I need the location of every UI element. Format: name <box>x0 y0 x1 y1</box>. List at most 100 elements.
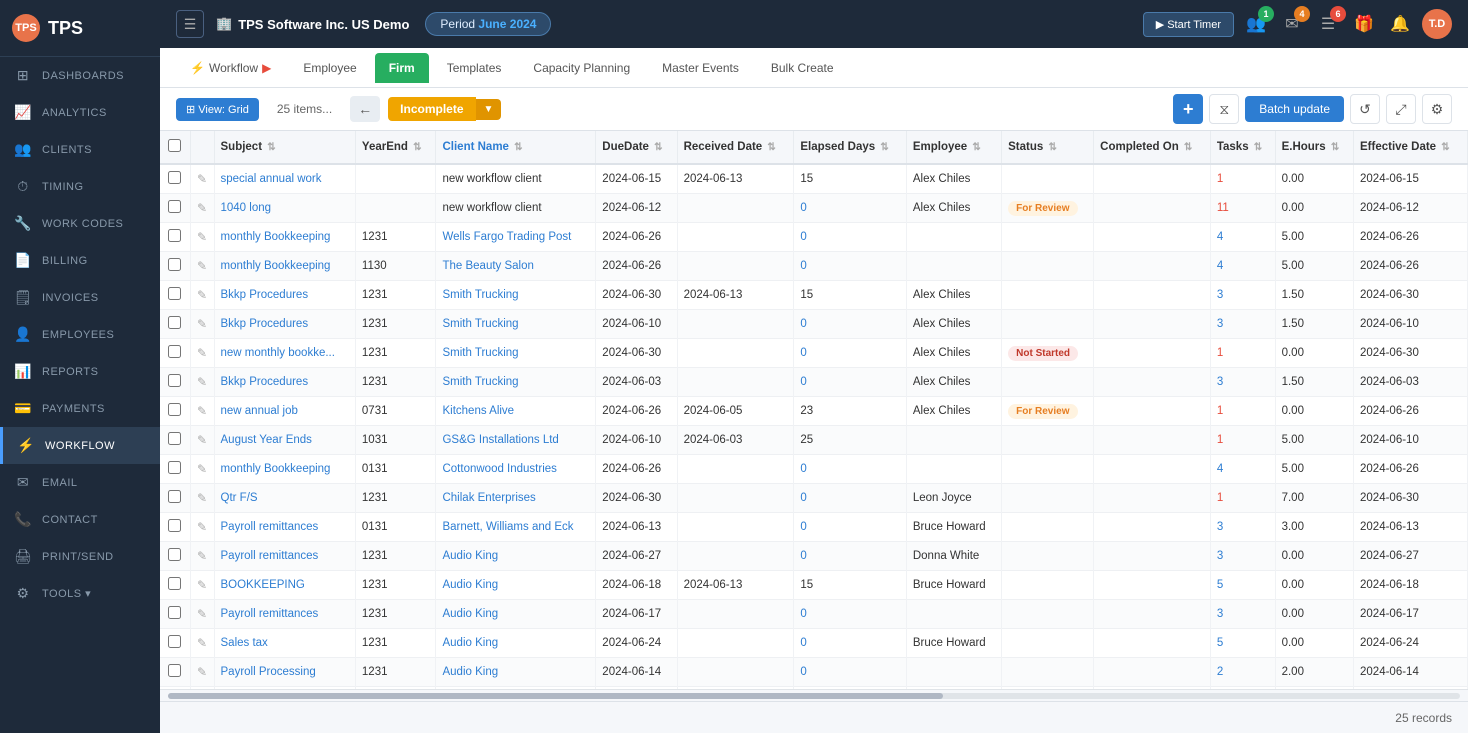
th-checkbox[interactable] <box>160 131 190 164</box>
row-client[interactable]: Smith Trucking <box>436 339 596 368</box>
select-all-checkbox[interactable] <box>168 139 181 152</box>
row-tasks[interactable]: 3 <box>1210 310 1275 339</box>
row-subject[interactable]: BOOKKEEPING <box>214 571 355 600</box>
edit-icon[interactable]: ✎ <box>197 636 207 650</box>
row-edit-cell[interactable]: ✎ <box>190 484 214 513</box>
edit-icon[interactable]: ✎ <box>197 346 207 360</box>
row-subject[interactable]: Bkkp Procedures <box>214 368 355 397</box>
th-subject[interactable]: Subject ⇅ <box>214 131 355 164</box>
sidebar-item-analytics[interactable]: 📈 Analytics <box>0 94 160 131</box>
edit-icon[interactable]: ✎ <box>197 288 207 302</box>
row-checkbox-cell[interactable] <box>160 426 190 455</box>
row-checkbox[interactable] <box>168 635 181 648</box>
row-subject[interactable]: Sales tax <box>214 629 355 658</box>
sidebar-item-invoices[interactable]: 🗒 Invoices <box>0 279 160 316</box>
row-tasks[interactable]: 1 <box>1210 164 1275 194</box>
row-tasks[interactable]: 1 <box>1210 426 1275 455</box>
row-checkbox[interactable] <box>168 606 181 619</box>
filter-button[interactable]: ⧖ <box>1209 94 1239 124</box>
edit-icon[interactable]: ✎ <box>197 317 207 331</box>
row-edit-cell[interactable]: ✎ <box>190 600 214 629</box>
edit-icon[interactable]: ✎ <box>197 462 207 476</box>
row-client[interactable]: GS&G Installations Ltd <box>436 426 596 455</box>
edit-icon[interactable]: ✎ <box>197 433 207 447</box>
row-tasks[interactable]: 4 <box>1210 252 1275 281</box>
row-checkbox-cell[interactable] <box>160 455 190 484</box>
row-checkbox-cell[interactable] <box>160 629 190 658</box>
sidebar-item-dashboards[interactable]: ⊞ Dashboards <box>0 57 160 94</box>
edit-icon[interactable]: ✎ <box>197 259 207 273</box>
row-client[interactable]: Audio King <box>436 542 596 571</box>
row-checkbox[interactable] <box>168 171 181 184</box>
row-client[interactable]: Chilak Enterprises <box>436 484 596 513</box>
sidebar-item-payments[interactable]: 💳 Payments <box>0 390 160 427</box>
menu-button[interactable]: ☰ <box>176 10 204 38</box>
row-checkbox-cell[interactable] <box>160 339 190 368</box>
row-client[interactable]: Smith Trucking <box>436 310 596 339</box>
sidebar-item-clients[interactable]: 👥 Clients <box>0 131 160 168</box>
tab-firm[interactable]: Firm <box>375 53 429 83</box>
row-edit-cell[interactable]: ✎ <box>190 194 214 223</box>
tab-bulk-create[interactable]: Bulk Create <box>757 53 848 83</box>
row-tasks[interactable]: 1 <box>1210 484 1275 513</box>
row-subject[interactable]: 1040 long <box>214 194 355 223</box>
row-subject[interactable]: Qtr F/S <box>214 484 355 513</box>
row-checkbox-cell[interactable] <box>160 194 190 223</box>
row-subject[interactable]: Payroll remittances <box>214 542 355 571</box>
row-checkbox[interactable] <box>168 432 181 445</box>
row-tasks[interactable]: 5 <box>1210 571 1275 600</box>
row-subject[interactable]: new annual job <box>214 397 355 426</box>
row-edit-cell[interactable]: ✎ <box>190 252 214 281</box>
edit-icon[interactable]: ✎ <box>197 578 207 592</box>
row-edit-cell[interactable]: ✎ <box>190 397 214 426</box>
sidebar-item-email[interactable]: ✉ Email <box>0 464 160 501</box>
edit-icon[interactable]: ✎ <box>197 665 207 679</box>
edit-icon[interactable]: ✎ <box>197 549 207 563</box>
row-checkbox[interactable] <box>168 403 181 416</box>
row-tasks[interactable]: 3 <box>1210 513 1275 542</box>
sidebar-item-billing[interactable]: 📄 Billing <box>0 242 160 279</box>
row-tasks[interactable]: 11 <box>1210 194 1275 223</box>
row-checkbox[interactable] <box>168 490 181 503</box>
messages-icon-btn[interactable]: ✉ 4 <box>1278 10 1306 38</box>
users-icon-btn[interactable]: 👥 1 <box>1242 10 1270 38</box>
row-checkbox-cell[interactable] <box>160 571 190 600</box>
scrollbar-track[interactable] <box>168 693 1460 699</box>
row-checkbox-cell[interactable] <box>160 281 190 310</box>
batch-update-button[interactable]: Batch update <box>1245 96 1344 122</box>
sidebar-item-timing[interactable]: ⏱ Timing <box>0 168 160 205</box>
th-client-name[interactable]: Client Name ⇅ <box>436 131 596 164</box>
gift-icon-btn[interactable]: 🎁 <box>1350 10 1378 38</box>
edit-icon[interactable]: ✎ <box>197 520 207 534</box>
row-edit-cell[interactable]: ✎ <box>190 571 214 600</box>
row-edit-cell[interactable]: ✎ <box>190 629 214 658</box>
row-edit-cell[interactable]: ✎ <box>190 368 214 397</box>
row-edit-cell[interactable]: ✎ <box>190 281 214 310</box>
sidebar-item-print-send[interactable]: 🖨 Print/Send <box>0 538 160 575</box>
add-button[interactable]: + <box>1173 94 1203 124</box>
row-tasks[interactable]: 2 <box>1210 658 1275 687</box>
period-badge[interactable]: Period June 2024 <box>425 12 551 36</box>
row-subject[interactable]: monthly Bookkeeping <box>214 455 355 484</box>
row-checkbox[interactable] <box>168 548 181 561</box>
th-status[interactable]: Status ⇅ <box>1002 131 1094 164</box>
th-elapsed-days[interactable]: Elapsed Days ⇅ <box>794 131 907 164</box>
sidebar-item-work-codes[interactable]: 🔧 Work Codes <box>0 205 160 242</box>
row-client[interactable]: new workflow client <box>436 194 596 223</box>
row-checkbox-cell[interactable] <box>160 658 190 687</box>
refresh-button[interactable]: ↺ <box>1350 94 1380 124</box>
back-button[interactable]: ← <box>350 96 380 122</box>
row-checkbox[interactable] <box>168 345 181 358</box>
row-checkbox[interactable] <box>168 287 181 300</box>
row-client[interactable]: The Beauty Salon <box>436 252 596 281</box>
th-effective-date[interactable]: Effective Date ⇅ <box>1354 131 1468 164</box>
row-edit-cell[interactable]: ✎ <box>190 223 214 252</box>
row-client[interactable]: Smith Trucking <box>436 368 596 397</box>
row-client[interactable]: new workflow client <box>436 164 596 194</box>
th-yearend[interactable]: YearEnd ⇅ <box>355 131 436 164</box>
row-tasks[interactable]: 3 <box>1210 542 1275 571</box>
th-duedate[interactable]: DueDate ⇅ <box>596 131 677 164</box>
row-subject[interactable]: Bkkp Procedures <box>214 281 355 310</box>
th-received-date[interactable]: Received Date ⇅ <box>677 131 794 164</box>
row-checkbox[interactable] <box>168 200 181 213</box>
